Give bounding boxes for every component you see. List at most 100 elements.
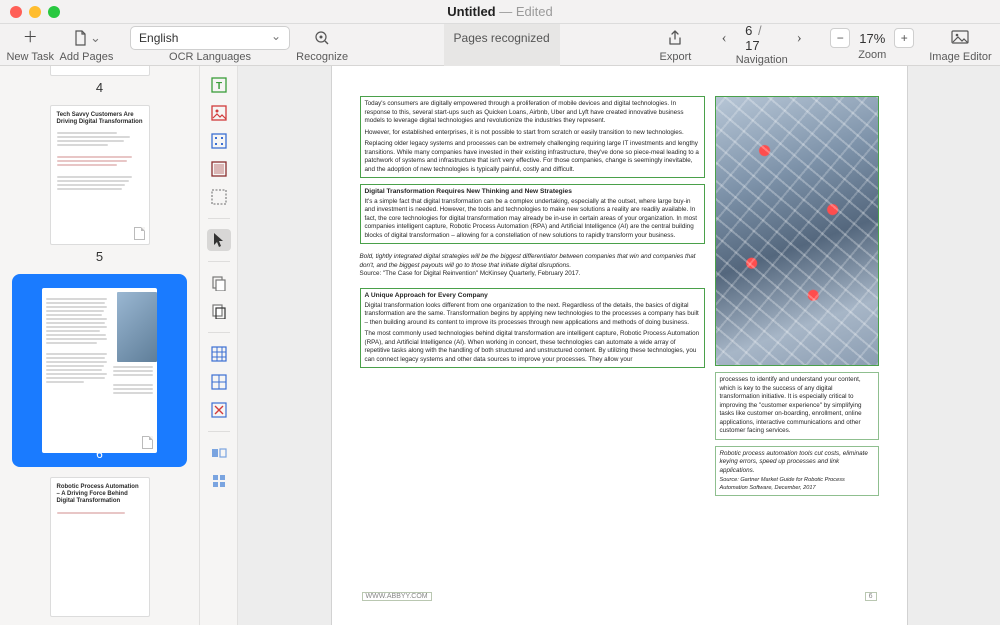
new-task-button[interactable]: ＋ <box>13 26 47 50</box>
picture-zone-tool[interactable] <box>207 102 231 124</box>
page-canvas[interactable]: Today's consumers are digitally empowere… <box>238 66 1000 625</box>
zone-source: Source: Gartner Market Guide for Robotic… <box>720 477 874 492</box>
cell-icon <box>211 445 227 461</box>
order-zones-tool-1[interactable] <box>207 272 231 294</box>
zone-heading: A Unique Approach for Every Company <box>365 292 700 301</box>
thumbnail-page-5-number: 5 <box>96 249 103 264</box>
zone-text: Replacing older legacy systems and proce… <box>365 140 700 174</box>
zone-quote: Robotic process automation tools cut cos… <box>720 450 874 476</box>
plus-icon: ＋ <box>23 31 38 46</box>
app-body: 4 Tech Savvy Customers Are Driving Digit… <box>0 66 1000 625</box>
add-pages-label: Add Pages <box>60 51 114 63</box>
image-editor-button[interactable] <box>943 26 977 50</box>
zone-source: Source: "The Case for Digital Reinventio… <box>360 270 705 279</box>
toolbar: ＋ New Task ⌄ Add Pages English OCR Langu… <box>0 24 1000 66</box>
barcode-zone-tool[interactable] <box>207 130 231 152</box>
window-controls <box>10 6 60 18</box>
ocr-language-value: English <box>139 31 178 45</box>
zone-heading: Digital Transformation Requires New Thin… <box>365 188 700 197</box>
thumbnail-page-6-selected[interactable]: 6 <box>12 274 187 467</box>
background-picture-icon <box>211 161 227 177</box>
delete-zone-tool[interactable] <box>207 186 231 208</box>
export-label: Export <box>660 51 692 63</box>
pointer-tool[interactable] <box>207 229 231 251</box>
pointer-icon <box>212 232 226 248</box>
nav-separator: / <box>756 23 764 38</box>
page-type-icon <box>134 227 145 240</box>
status-value: Pages recognized <box>454 31 550 45</box>
footer-url-zone[interactable]: WWW.ABBYY.COM <box>362 592 432 601</box>
image-icon <box>951 30 969 46</box>
nav-total-pages: 17 <box>745 38 759 53</box>
order-zones-tool-2[interactable] <box>207 300 231 322</box>
new-task-label: New Task <box>6 51 53 63</box>
navigation-label: Navigation <box>736 54 788 66</box>
order-icon-2 <box>211 303 227 319</box>
text-zone[interactable]: Robotic process automation tools cut cos… <box>715 446 879 497</box>
thumbnail-page-5-title: Tech Savvy Customers Are Driving Digital… <box>57 112 143 126</box>
table-edit-icon <box>211 374 227 390</box>
text-zone[interactable]: Today's consumers are digitally empowere… <box>360 96 705 178</box>
thumbnail-page-7[interactable]: Robotic Process Automation – A Driving F… <box>50 477 150 617</box>
text-zone[interactable]: processes to identify and understand you… <box>715 372 879 440</box>
table-delete-tool[interactable] <box>207 399 231 421</box>
recognize-icon <box>313 29 331 47</box>
picture-zone[interactable] <box>715 96 879 366</box>
minus-icon: − <box>837 31 844 45</box>
thumbnail-page-4-number: 4 <box>96 80 103 95</box>
document-edited-label: Edited <box>516 4 553 19</box>
delete-zone-icon <box>211 189 227 205</box>
zoom-in-button[interactable]: + <box>894 28 914 48</box>
nav-prev-button[interactable]: ‹ <box>713 27 735 49</box>
titlebar: Untitled — Edited <box>0 0 1000 24</box>
image-editor-label: Image Editor <box>929 51 991 63</box>
zone-text: However, for established enterprises, it… <box>365 129 700 138</box>
svg-text:T: T <box>215 81 221 92</box>
thumbnail-page-5[interactable]: Tech Savvy Customers Are Driving Digital… <box>50 105 150 264</box>
recognize-label: Recognize <box>296 51 348 63</box>
table-delete-icon <box>211 402 227 418</box>
add-pages-button[interactable]: ⌄ <box>66 26 107 50</box>
thumbnail-page-4[interactable]: 4 <box>50 66 150 95</box>
recognize-button[interactable] <box>305 26 339 50</box>
nav-current-page: 6 <box>745 23 752 38</box>
page-thumbnails-panel[interactable]: 4 Tech Savvy Customers Are Driving Digit… <box>0 66 200 625</box>
text-zone[interactable]: A Unique Approach for Every Company Digi… <box>360 288 705 368</box>
footer-page-number-zone[interactable]: 6 <box>865 592 877 601</box>
zone-text: Digital transformation looks different f… <box>365 302 700 328</box>
cell-type-tool-1[interactable] <box>207 442 231 464</box>
table-edit-tool[interactable] <box>207 371 231 393</box>
zoom-label: Zoom <box>858 49 886 61</box>
table-icon <box>211 346 227 362</box>
text-zone-tool[interactable]: T <box>207 74 231 96</box>
cell-type-tool-2[interactable] <box>207 470 231 492</box>
page-view[interactable]: Today's consumers are digitally empowere… <box>332 66 907 625</box>
zoom-value[interactable]: 17% <box>854 31 890 46</box>
zoom-window-button[interactable] <box>48 6 60 18</box>
ocr-language-select[interactable]: English <box>130 26 290 50</box>
close-window-button[interactable] <box>10 6 22 18</box>
zoom-out-button[interactable]: − <box>830 28 850 48</box>
share-icon <box>667 30 683 46</box>
export-button[interactable] <box>658 26 692 50</box>
nav-next-button[interactable]: › <box>788 27 810 49</box>
picture-zone-icon <box>211 105 227 121</box>
document-icon <box>72 30 88 46</box>
barcode-zone-icon <box>211 133 227 149</box>
background-picture-zone-tool[interactable] <box>207 158 231 180</box>
minimize-window-button[interactable] <box>29 6 41 18</box>
zone-text: processes to identify and understand you… <box>720 376 874 436</box>
chevron-right-icon: › <box>797 31 802 46</box>
thumbnail-page-6-number: 6 <box>12 447 187 461</box>
table-add-tool[interactable] <box>207 343 231 365</box>
chevron-down-icon: ⌄ <box>90 30 101 46</box>
cell-icon-2 <box>211 473 227 489</box>
thumbnail-page-7-title: Robotic Process Automation – A Driving F… <box>57 484 143 506</box>
zone-text: It's a simple fact that digital transfor… <box>365 198 700 241</box>
text-zone[interactable]: Digital Transformation Requires New Thin… <box>360 184 705 244</box>
window-title: Untitled — Edited <box>0 4 1000 19</box>
zone-text: Today's consumers are digitally empowere… <box>365 100 700 126</box>
plus-icon: + <box>901 31 908 45</box>
document-name: Untitled <box>447 4 495 19</box>
text-zone[interactable]: Bold, tightly integrated digital strateg… <box>360 250 705 282</box>
